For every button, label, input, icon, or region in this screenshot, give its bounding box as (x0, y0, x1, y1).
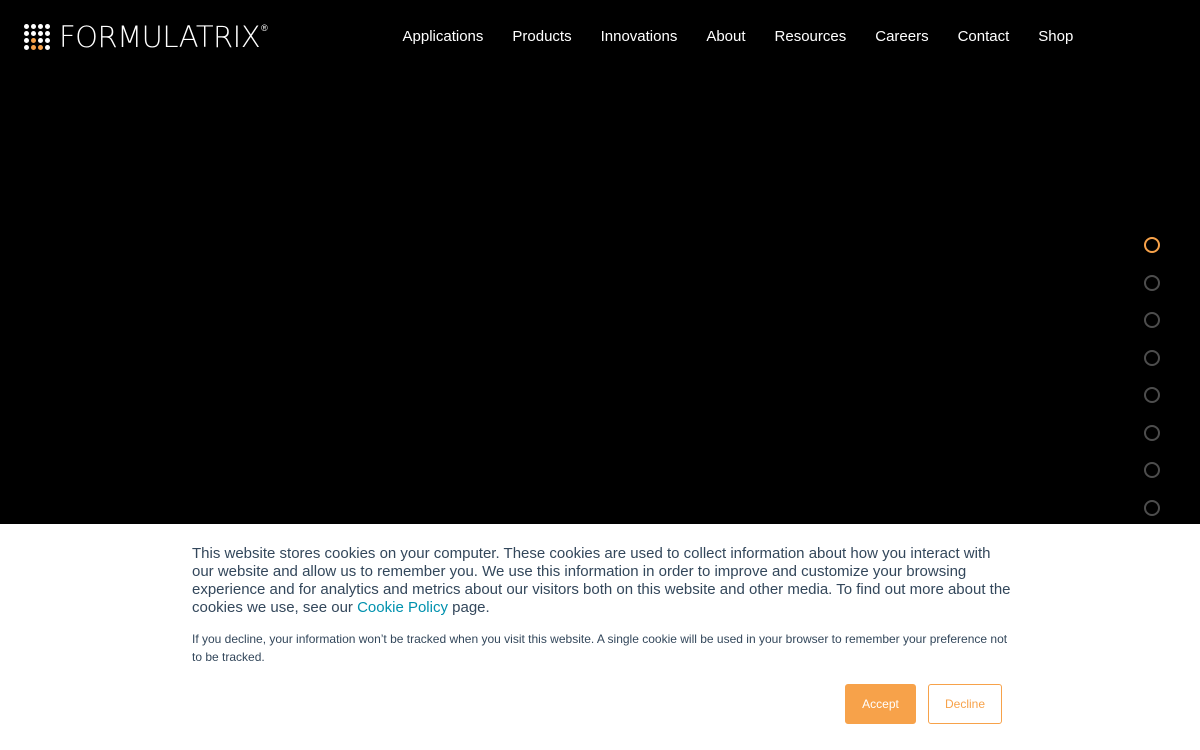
slide-dot-1[interactable] (1144, 237, 1160, 253)
cookie-decline-note: If you decline, your information won’t b… (192, 632, 1008, 664)
nav-item-careers[interactable]: Careers (861, 26, 943, 48)
slide-dot-8[interactable] (1144, 499, 1160, 516)
dot-grid-logo-icon (24, 24, 50, 50)
decline-button[interactable]: Decline (928, 684, 1002, 724)
slide-dot-4[interactable] (1144, 349, 1160, 366)
main-nav: Applications Products Innovations About … (388, 26, 1088, 48)
nav-item-about[interactable]: About (692, 26, 760, 48)
nav-item-applications[interactable]: Applications (388, 26, 498, 48)
nav-item-products[interactable]: Products (498, 26, 586, 48)
cookie-message-suffix: page. (447, 599, 490, 616)
nav-item-resources[interactable]: Resources (760, 26, 861, 48)
nav-item-innovations[interactable]: Innovations (586, 26, 692, 48)
nav-item-shop[interactable]: Shop (1024, 26, 1088, 48)
slide-dot-7[interactable] (1144, 462, 1160, 478)
page: FORMULATRIX ® Applications Products Inno… (0, 0, 1200, 750)
accept-button[interactable]: Accept (845, 684, 916, 724)
slide-dot-6[interactable] (1144, 424, 1160, 441)
cookie-banner: This website stores cookies on your comp… (0, 524, 1200, 750)
brand-logo[interactable]: FORMULATRIX ® (24, 22, 268, 52)
slide-dot-3[interactable] (1144, 312, 1160, 328)
nav-item-contact[interactable]: Contact (943, 26, 1024, 48)
cookie-message-text: This website stores cookies on your comp… (192, 545, 1011, 616)
site-header: FORMULATRIX ® Applications Products Inno… (0, 0, 1200, 75)
slide-dot-2[interactable] (1144, 274, 1160, 291)
cookie-message: This website stores cookies on your comp… (192, 545, 1012, 617)
brand-name: FORMULATRIX (59, 20, 261, 54)
cookie-policy-link[interactable]: Cookie Policy (357, 599, 448, 616)
registered-mark: ® (261, 23, 268, 33)
slide-dot-5[interactable] (1144, 387, 1160, 403)
slide-pagination (1144, 237, 1160, 537)
